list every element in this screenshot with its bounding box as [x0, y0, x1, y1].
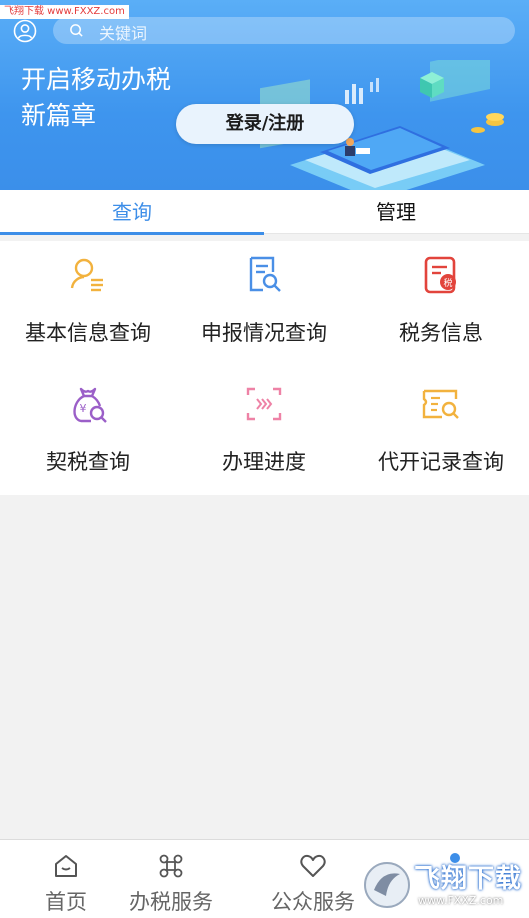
home-icon	[55, 855, 77, 877]
person-info-icon	[70, 258, 103, 292]
slogan-line-1: 开启移动办税	[21, 65, 172, 94]
grid-item-tax-info[interactable]: 税 税务信息	[353, 241, 529, 366]
grid-item-label: 税务信息	[399, 321, 483, 345]
nav-tax-services[interactable]: 办税服务	[105, 840, 237, 918]
search-placeholder: 关键词	[99, 24, 148, 43]
grid-item-deed-tax[interactable]: ¥ 契税查询	[0, 370, 176, 495]
search-icon	[70, 24, 83, 37]
search-input[interactable]: 关键词	[53, 17, 515, 44]
tab-bar: 查询 管理	[0, 190, 529, 235]
grid-item-basic-info[interactable]: 基本信息查询	[0, 241, 176, 366]
tab-query[interactable]: 查询	[0, 190, 264, 235]
document-search-icon	[249, 256, 281, 292]
grid-command-icon	[159, 854, 183, 878]
svg-text:¥: ¥	[80, 402, 87, 415]
watermark-url: www.FXXZ.com	[418, 894, 504, 907]
grid-item-label: 办理进度	[222, 450, 306, 474]
watermark-brand: 飞翔下载	[414, 864, 523, 894]
user-icon[interactable]	[13, 19, 37, 43]
nav-label: 公众服务	[271, 890, 355, 914]
tab-manage[interactable]: 管理	[264, 190, 528, 234]
login-register-button[interactable]: 登录/注册	[176, 104, 354, 144]
watermark-logo-icon	[364, 862, 410, 908]
watermark-bottom: 飞翔下载 www.FXXZ.com	[362, 852, 529, 918]
money-bag-search-icon: ¥	[73, 387, 107, 423]
progress-scan-icon	[246, 387, 282, 421]
svg-text:税: 税	[443, 277, 452, 289]
ticket-search-icon	[422, 389, 459, 419]
tax-document-icon: 税	[424, 256, 456, 294]
grid-item-label: 契税查询	[46, 450, 130, 474]
grid-item-label: 代开记录查询	[378, 450, 504, 474]
grid-item-label: 申报情况查询	[201, 321, 327, 345]
grid-item-declaration[interactable]: 申报情况查询	[176, 241, 352, 366]
grid-item-label: 基本信息查询	[25, 321, 151, 345]
nav-public-services[interactable]: 公众服务	[247, 840, 379, 918]
nav-label: 办税服务	[129, 890, 213, 914]
banner-slogan: 开启移动办税 新篇章	[21, 62, 171, 134]
slogan-line-2: 新篇章	[21, 101, 97, 130]
header-banner: 飞翔下载 www.FXXZ.com 关键词 开启移动办税 新篇章 登录/注册	[0, 0, 529, 190]
service-grid: 基本信息查询 申报情况查询 税 税务信息 ¥ 契税查询 办理进度 代开记录查询	[0, 241, 529, 495]
grid-item-progress[interactable]: 办理进度	[176, 370, 352, 495]
heart-icon	[300, 854, 326, 877]
grid-item-issuance-records[interactable]: 代开记录查询	[353, 370, 529, 495]
